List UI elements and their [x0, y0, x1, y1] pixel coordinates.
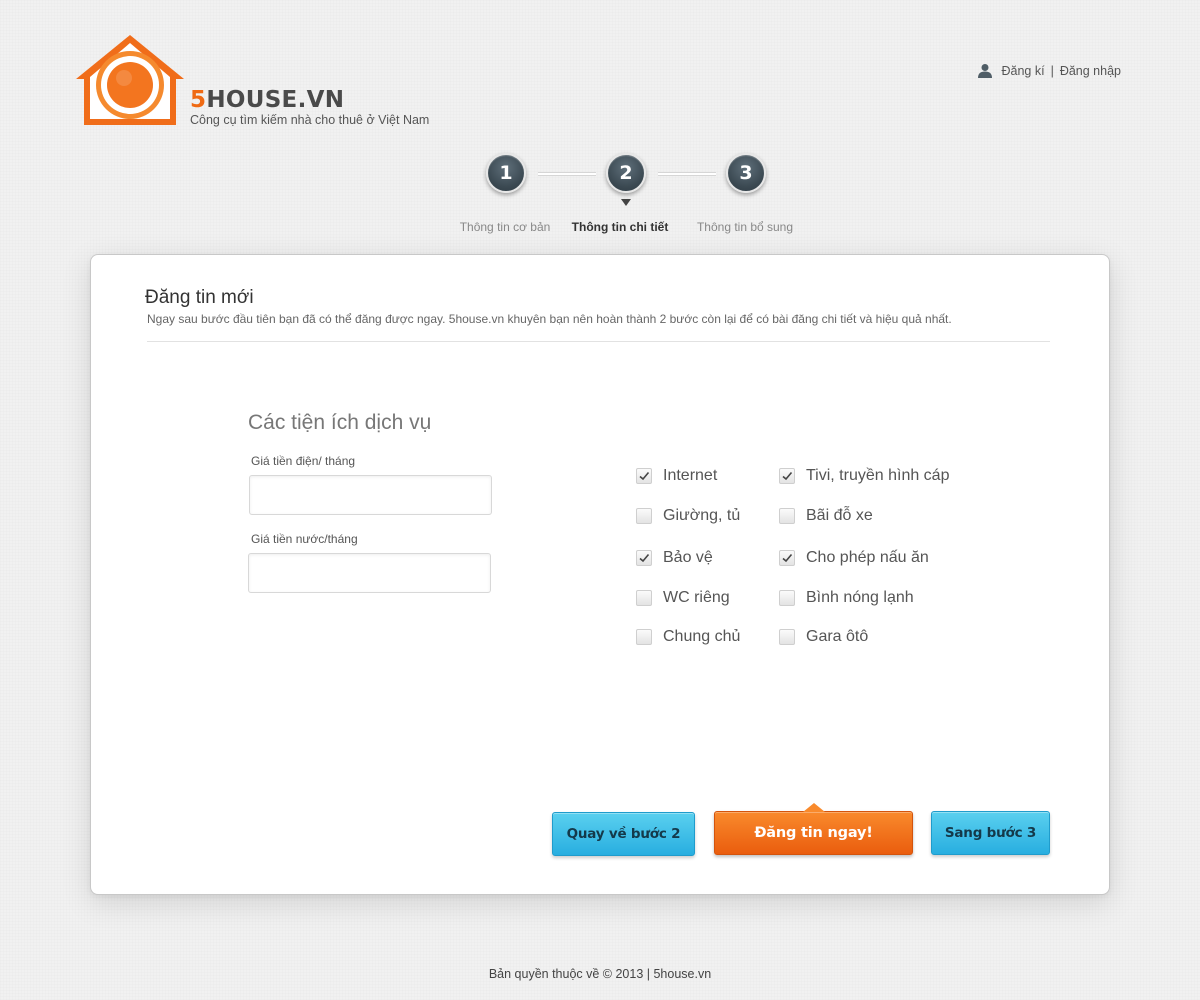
- step-1-label: Thông tin cơ bản: [459, 220, 551, 234]
- step-2-circle[interactable]: 2: [606, 153, 646, 193]
- electric-price-input[interactable]: [249, 475, 492, 515]
- water-price-input[interactable]: [248, 553, 491, 593]
- amenity-checkbox-gara-oto[interactable]: Gara ôtô: [779, 628, 868, 646]
- amenity-label: Tivi, truyền hình cáp: [806, 467, 950, 484]
- step-3-circle[interactable]: 3: [726, 153, 766, 193]
- electric-price-label: Giá tiền điện/ tháng: [251, 454, 356, 468]
- amenity-checkbox-wc-rieng[interactable]: WC riêng: [636, 589, 730, 607]
- amenity-checkbox-tivi[interactable]: Tivi, truyền hình cáp: [779, 467, 949, 485]
- auth-links: Đăng kí | Đăng nhập: [977, 63, 1121, 79]
- amenity-label: Internet: [663, 467, 718, 484]
- brand-name: 5HOUSE.VN: [190, 87, 345, 113]
- step-connector: [658, 172, 716, 176]
- amenity-label: Giường, tủ: [663, 507, 741, 524]
- checkbox[interactable]: [636, 590, 652, 606]
- form-card: Đăng tin mới Ngay sau bước đầu tiên bạn …: [90, 254, 1110, 895]
- amenity-label: Cho phép nấu ăn: [806, 549, 929, 566]
- amenity-checkbox-internet[interactable]: Internet: [636, 467, 717, 485]
- login-link[interactable]: Đăng nhập: [1060, 64, 1121, 78]
- step-connector: [538, 172, 596, 176]
- tagline: Công cụ tìm kiếm nhà cho thuê ở Việt Nam: [190, 113, 430, 127]
- checkbox[interactable]: [779, 468, 795, 484]
- check-icon: [782, 471, 793, 481]
- check-icon: [639, 553, 650, 563]
- amenity-checkbox-chung-chu[interactable]: Chung chủ: [636, 628, 740, 646]
- checkbox[interactable]: [779, 508, 795, 524]
- divider: [147, 341, 1050, 342]
- step-1-circle[interactable]: 1: [486, 153, 526, 193]
- house-logo-icon: [76, 35, 184, 125]
- step-3-label: Thông tin bổ sung: [696, 220, 794, 234]
- checkbox[interactable]: [779, 550, 795, 566]
- back-step-button[interactable]: Quay về bước 2: [552, 812, 695, 856]
- register-link[interactable]: Đăng kí: [1001, 64, 1044, 78]
- amenity-label: Bãi đỗ xe: [806, 507, 873, 524]
- checkbox[interactable]: [636, 550, 652, 566]
- water-price-label: Giá tiền nước/tháng: [251, 532, 358, 546]
- next-step-button[interactable]: Sang bước 3: [931, 811, 1050, 855]
- page-title: Đăng tin mới: [145, 287, 254, 308]
- page-description: Ngay sau bước đầu tiên bạn đã có thể đăn…: [147, 312, 952, 326]
- amenity-label: WC riêng: [663, 589, 730, 606]
- checkbox[interactable]: [779, 590, 795, 606]
- amenity-checkbox-bai-do-xe[interactable]: Bãi đỗ xe: [779, 507, 873, 525]
- amenity-checkbox-binh-nong-lanh[interactable]: Bình nóng lạnh: [779, 589, 914, 607]
- amenity-checkbox-bao-ve[interactable]: Bảo vệ: [636, 549, 713, 567]
- step-indicator: 1 2 3 Thông tin cơ bản Thông tin chi tiế…: [0, 153, 1200, 243]
- amenity-label: Bảo vệ: [663, 549, 713, 566]
- check-icon: [782, 553, 793, 563]
- amenity-label: Chung chủ: [663, 628, 741, 645]
- triangle-down-icon: [621, 199, 631, 206]
- user-icon: [978, 64, 993, 78]
- checkbox[interactable]: [779, 629, 795, 645]
- amenity-checkbox-giuong-tu[interactable]: Giường, tủ: [636, 507, 740, 525]
- section-title: Các tiện ích dịch vụ: [248, 411, 432, 434]
- amenity-checkbox-nau-an[interactable]: Cho phép nấu ăn: [779, 549, 929, 567]
- amenity-label: Bình nóng lạnh: [806, 589, 914, 606]
- post-now-button[interactable]: Đăng tin ngay!: [714, 811, 913, 855]
- step-2-label: Thông tin chi tiết: [571, 220, 669, 234]
- auth-separator: |: [1050, 64, 1054, 78]
- amenity-label: Gara ôtô: [806, 628, 869, 645]
- logo[interactable]: 5HOUSE.VN Công cụ tìm kiếm nhà cho thuê …: [72, 33, 452, 133]
- checkbox[interactable]: [636, 629, 652, 645]
- footer-copyright: Bản quyền thuộc về © 2013 | 5house.vn: [488, 967, 712, 981]
- check-icon: [639, 471, 650, 481]
- checkbox[interactable]: [636, 508, 652, 524]
- checkbox[interactable]: [636, 468, 652, 484]
